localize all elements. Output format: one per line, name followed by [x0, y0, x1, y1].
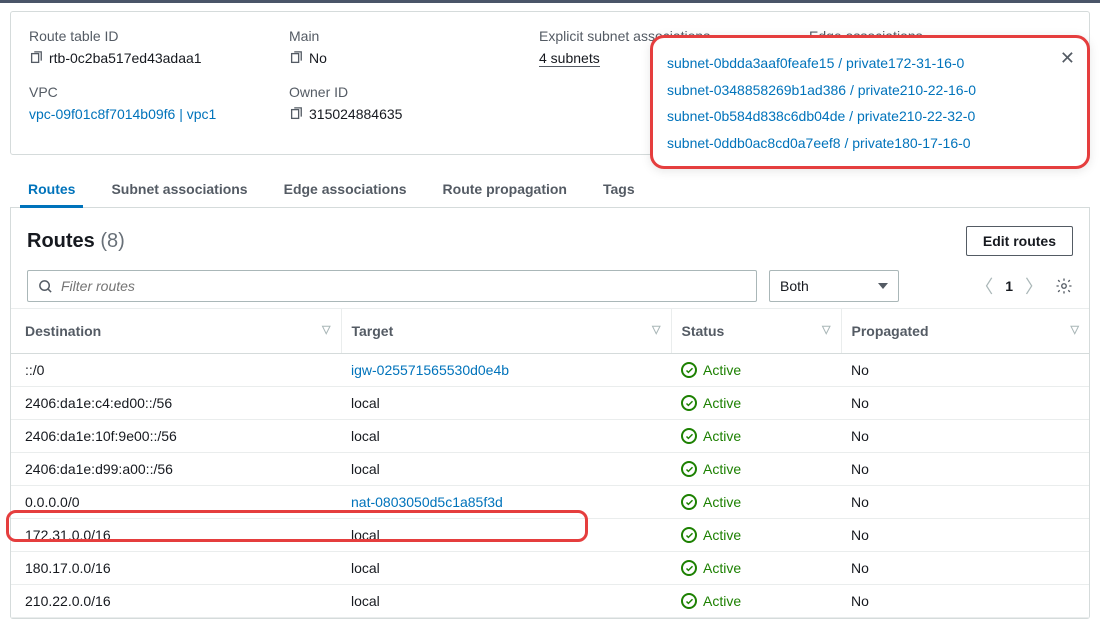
- cell-propagated: No: [841, 519, 1089, 552]
- table-row[interactable]: 2406:da1e:d99:a00::/56localActiveNo: [11, 453, 1089, 486]
- cell-status: Active: [671, 486, 841, 519]
- status-check-icon: [681, 395, 697, 411]
- close-icon[interactable]: ✕: [1060, 48, 1075, 69]
- status-check-icon: [681, 527, 697, 543]
- filter-routes-input-wrap[interactable]: [27, 270, 757, 302]
- target-link[interactable]: nat-0803050d5c1a85f3d: [351, 494, 503, 510]
- cell-status: Active: [671, 420, 841, 453]
- edit-routes-button[interactable]: Edit routes: [966, 226, 1073, 256]
- copy-icon[interactable]: [29, 51, 43, 65]
- status-check-icon: [681, 362, 697, 378]
- section-title: Routes (8): [27, 230, 125, 253]
- owner-id-label: Owner ID: [289, 84, 519, 100]
- cell-propagated: No: [841, 453, 1089, 486]
- search-icon: [38, 279, 53, 294]
- main-label: Main: [289, 28, 519, 44]
- vpc-link[interactable]: vpc-09f01c8f7014b09f6 | vpc1: [29, 106, 216, 122]
- cell-status: Active: [671, 354, 841, 387]
- table-row[interactable]: 2406:da1e:c4:ed00::/56localActiveNo: [11, 387, 1089, 420]
- explicit-subnets-link[interactable]: 4 subnets: [539, 50, 600, 67]
- table-row[interactable]: 172.31.0.0/16localActiveNo: [11, 519, 1089, 552]
- cell-destination: 2406:da1e:10f:9e00::/56: [11, 420, 341, 453]
- sort-icon: ▽: [1071, 323, 1079, 336]
- cell-status: Active: [671, 585, 841, 618]
- col-status[interactable]: Status▽: [671, 309, 841, 354]
- tab-routes[interactable]: Routes: [10, 173, 93, 207]
- chevron-down-icon: [878, 283, 888, 289]
- cell-destination: 180.17.0.0/16: [11, 552, 341, 585]
- status-check-icon: [681, 494, 697, 510]
- cell-target: local: [341, 585, 671, 618]
- cell-target: igw-025571565530d0e4b: [341, 354, 671, 387]
- subnet-link[interactable]: subnet-0348858269b1ad386 / private210-22…: [667, 77, 1073, 104]
- cell-target: local: [341, 519, 671, 552]
- tab-route-propagation[interactable]: Route propagation: [425, 173, 585, 207]
- copy-icon[interactable]: [289, 107, 303, 121]
- routes-section: Routes (8) Edit routes Both 〈 1 〉: [10, 208, 1090, 619]
- sort-icon: ▽: [822, 323, 830, 336]
- cell-target: local: [341, 453, 671, 486]
- owner-id-value: 315024884635: [309, 106, 402, 122]
- sort-icon: ▽: [652, 323, 660, 336]
- cell-status: Active: [671, 453, 841, 486]
- next-page-button[interactable]: 〉: [1025, 273, 1043, 299]
- copy-icon[interactable]: [289, 51, 303, 65]
- vpc-label: VPC: [29, 84, 269, 100]
- section-title-text: Routes: [27, 230, 95, 252]
- table-row[interactable]: 0.0.0.0/0 nat-0803050d5c1a85f3d ActiveNo: [11, 486, 1089, 519]
- cell-destination: 172.31.0.0/16: [11, 519, 341, 552]
- cell-destination: 2406:da1e:c4:ed00::/56: [11, 387, 341, 420]
- main-value: No: [309, 50, 327, 66]
- subnet-link[interactable]: subnet-0bdda3aaf0feafe15 / private172-31…: [667, 50, 1073, 77]
- cell-propagated: No: [841, 585, 1089, 618]
- subnet-link[interactable]: subnet-0b584d838c6db04de / private210-22…: [667, 103, 1073, 130]
- col-target[interactable]: Target▽: [341, 309, 671, 354]
- cell-propagated: No: [841, 354, 1089, 387]
- routes-table: Destination▽ Target▽ Status▽ Propagated▽…: [11, 308, 1089, 618]
- page-number: 1: [1005, 278, 1013, 294]
- cell-target: local: [341, 420, 671, 453]
- tab-edge-associations[interactable]: Edge associations: [266, 173, 425, 207]
- filter-scope-select[interactable]: Both: [769, 270, 899, 302]
- table-row[interactable]: 210.22.0.0/16localActiveNo: [11, 585, 1089, 618]
- subnet-popover: ✕ subnet-0bdda3aaf0feafe15 / private172-…: [650, 35, 1090, 169]
- cell-propagated: No: [841, 387, 1089, 420]
- cell-target: nat-0803050d5c1a85f3d: [341, 486, 671, 519]
- cell-propagated: No: [841, 552, 1089, 585]
- section-count: (8): [100, 230, 124, 252]
- tabs: Routes Subnet associations Edge associat…: [10, 173, 1090, 208]
- table-row[interactable]: 2406:da1e:10f:9e00::/56localActiveNo: [11, 420, 1089, 453]
- cell-destination: 2406:da1e:d99:a00::/56: [11, 453, 341, 486]
- status-check-icon: [681, 428, 697, 444]
- cell-propagated: No: [841, 486, 1089, 519]
- cell-status: Active: [671, 552, 841, 585]
- target-link[interactable]: igw-025571565530d0e4b: [351, 362, 509, 378]
- cell-target: local: [341, 387, 671, 420]
- route-table-id-value: rtb-0c2ba517ed43adaa1: [49, 50, 202, 66]
- cell-destination: ::/0: [11, 354, 341, 387]
- cell-destination: 210.22.0.0/16: [11, 585, 341, 618]
- cell-destination: 0.0.0.0/0: [11, 486, 341, 519]
- col-propagated[interactable]: Propagated▽: [841, 309, 1089, 354]
- cell-target: local: [341, 552, 671, 585]
- paginator: 〈 1 〉: [975, 273, 1073, 299]
- cell-status: Active: [671, 387, 841, 420]
- status-check-icon: [681, 461, 697, 477]
- tab-subnet-associations[interactable]: Subnet associations: [93, 173, 265, 207]
- gear-icon[interactable]: [1055, 277, 1073, 295]
- sort-icon: ▽: [322, 323, 330, 336]
- tab-tags[interactable]: Tags: [585, 173, 653, 207]
- status-check-icon: [681, 593, 697, 609]
- table-row[interactable]: 180.17.0.0/16localActiveNo: [11, 552, 1089, 585]
- filter-routes-input[interactable]: [61, 278, 746, 294]
- filter-scope-value: Both: [780, 278, 809, 294]
- col-destination[interactable]: Destination▽: [11, 309, 341, 354]
- cell-status: Active: [671, 519, 841, 552]
- subnet-link[interactable]: subnet-0ddb0ac8cd0a7eef8 / private180-17…: [667, 130, 1073, 157]
- table-row[interactable]: ::/0 igw-025571565530d0e4b ActiveNo: [11, 354, 1089, 387]
- status-check-icon: [681, 560, 697, 576]
- route-table-id-label: Route table ID: [29, 28, 269, 44]
- prev-page-button[interactable]: 〈: [975, 273, 993, 299]
- cell-propagated: No: [841, 420, 1089, 453]
